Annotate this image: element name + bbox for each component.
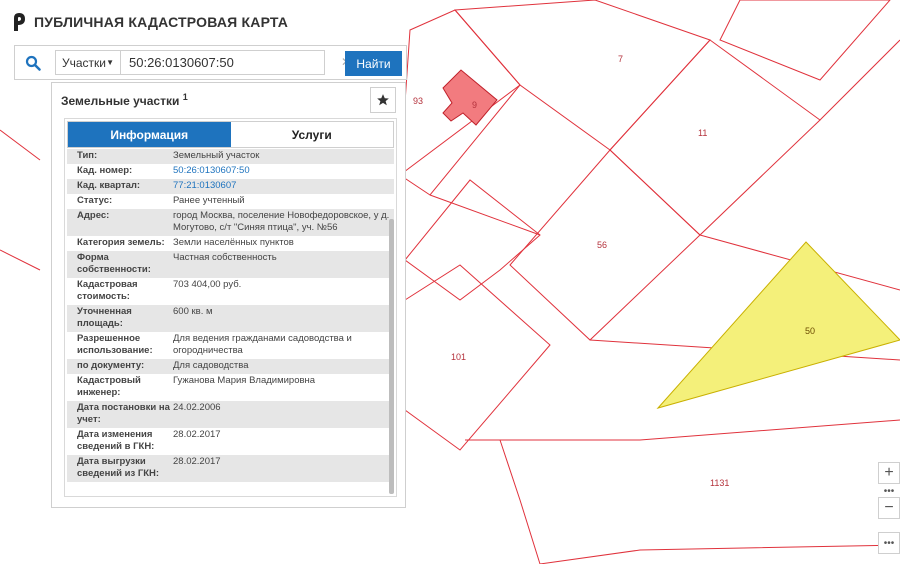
- info-row: Дата изменения сведений в ГКН: 28.02.2017: [67, 428, 394, 455]
- search-type-label: Участки: [62, 55, 106, 70]
- parcel-label-1131: 1131: [710, 478, 729, 488]
- chevron-down-icon: ▼: [106, 58, 114, 67]
- info-row-value: Земельный участок: [173, 150, 260, 161]
- logo-icon: [14, 13, 25, 31]
- parcel-11[interactable]: [609, 39, 821, 236]
- info-row-key: по документу:: [77, 360, 145, 371]
- zoom-in-button[interactable]: +: [878, 462, 900, 484]
- find-button[interactable]: Найти: [345, 51, 402, 76]
- zoom-out-button[interactable]: −: [878, 497, 900, 519]
- info-row-value: 24.02.2006: [173, 402, 221, 413]
- parcel-9[interactable]: [442, 69, 498, 126]
- parcel-top-right[interactable]: [719, 0, 891, 81]
- info-row-value: Частная собственность: [173, 252, 277, 263]
- info-row: Статус: Ранее учтенный: [67, 194, 394, 209]
- info-row: Форма собственности: Частная собственност…: [67, 251, 394, 278]
- info-row: Уточненная площадь: 600 кв. м: [67, 305, 394, 332]
- search-icon[interactable]: [15, 46, 51, 79]
- panel-content: Информация Услуги Тип: Земельный участок К…: [64, 118, 397, 497]
- app-header: ПУБЛИЧНАЯ КАДАСТРОВАЯ КАРТА: [12, 12, 288, 32]
- parcel-info-panel: Земельные участки 1 Информация Услуги Ти…: [51, 82, 406, 508]
- parcel-label-11: 11: [698, 128, 707, 138]
- favorite-button[interactable]: [370, 87, 396, 113]
- info-row-key: Дата выгрузки сведений из ГКН:: [77, 456, 160, 479]
- info-row-link[interactable]: 77:21:0130607: [173, 180, 394, 192]
- info-row-value: 600 кв. м: [173, 306, 213, 317]
- star-icon: [377, 94, 389, 106]
- info-row-key: Статус:: [77, 195, 113, 206]
- app-title: ПУБЛИЧНАЯ КАДАСТРОВАЯ КАРТА: [34, 14, 289, 30]
- panel-scrollbar[interactable]: [389, 219, 394, 494]
- info-row-value: город Москва, поселение Новофедоровское,…: [173, 210, 390, 233]
- info-row: Адрес: город Москва, поселение Новофедоро…: [67, 209, 394, 236]
- info-row: Категория земель: Земли населённых пункто…: [67, 236, 394, 251]
- info-row: Дата выгрузки сведений из ГКН: 28.02.2017: [67, 455, 394, 482]
- search-input[interactable]: [121, 50, 325, 75]
- map-tools-button[interactable]: •••: [878, 532, 900, 554]
- parcel-label-7: 7: [618, 54, 623, 64]
- info-row-value: Ранее учтенный: [173, 195, 245, 206]
- parcel-label-56: 56: [597, 240, 607, 250]
- info-row-value: Земли населённых пунктов: [173, 237, 294, 248]
- tab-info[interactable]: Информация: [68, 122, 231, 147]
- info-row-value: Для садоводства: [173, 360, 249, 371]
- parcel-50-selected[interactable]: [656, 241, 900, 409]
- info-row-key: Разрешенное использование:: [77, 333, 153, 356]
- info-row-value: 703 404,00 руб.: [173, 279, 242, 290]
- more-dots-icon[interactable]: •••: [878, 485, 900, 497]
- search-bar: Участки ▼ ✕ Найти: [14, 45, 407, 80]
- search-type-select[interactable]: Участки ▼: [55, 50, 121, 75]
- info-row-key: Кад. квартал:: [77, 180, 141, 191]
- info-row-key: Дата изменения сведений в ГКН:: [77, 429, 155, 452]
- panel-title-text: Земельные участки: [61, 94, 180, 108]
- panel-title: Земельные участки 1: [61, 92, 188, 108]
- parcel-label-93: 93: [413, 96, 423, 106]
- info-row: Кад. номер: 50:26:0130607:50: [67, 164, 394, 179]
- info-row-key: Кадастровый инженер:: [77, 375, 141, 398]
- info-row: Кадастровая стоимость: 703 404,00 руб.: [67, 278, 394, 305]
- parcel-lower-left[interactable]: [404, 179, 541, 301]
- info-row-key: Уточненная площадь:: [77, 306, 132, 329]
- tab-services[interactable]: Услуги: [230, 122, 393, 147]
- info-row: по документу: Для садоводства: [67, 359, 394, 374]
- info-row: Дата постановки на учет: 24.02.2006: [67, 401, 394, 428]
- info-row-value: 28.02.2017: [173, 456, 221, 467]
- info-row-key: Кад. номер:: [77, 165, 133, 176]
- info-row: Тип: Земельный участок: [67, 149, 394, 164]
- info-row-value: Для ведения гражданами садоводства и ого…: [173, 333, 352, 356]
- parcel-label-50: 50: [805, 326, 815, 336]
- info-row: Разрешенное использование: Для ведения гр…: [67, 332, 394, 359]
- parcel-7[interactable]: [453, 0, 711, 151]
- info-table: Тип: Земельный участок Кад. номер: 50:26:01…: [67, 149, 394, 482]
- info-row-key: Тип:: [77, 150, 98, 161]
- info-row-key: Категория земель:: [77, 237, 165, 248]
- info-row-key: Адрес:: [77, 210, 110, 221]
- panel-tabs: Информация Услуги: [67, 121, 394, 148]
- info-row-value: Гужанова Мария Владимировна: [173, 375, 316, 386]
- info-row-value: 28.02.2017: [173, 429, 221, 440]
- info-row-key: Кадастровая стоимость:: [77, 279, 138, 302]
- info-row: Кадастровый инженер: Гужанова Мария Влади…: [67, 374, 394, 401]
- info-row: Кад. квартал: 77:21:0130607: [67, 179, 394, 194]
- info-row-key: Форма собственности:: [77, 252, 151, 275]
- info-row-link[interactable]: 50:26:0130607:50: [173, 165, 394, 177]
- parcel-label-9: 9: [472, 100, 477, 110]
- parcel-101[interactable]: [404, 264, 551, 451]
- parcel-label-101: 101: [451, 352, 466, 362]
- info-row-key: Дата постановки на учет:: [77, 402, 170, 425]
- panel-title-count: 1: [182, 92, 188, 102]
